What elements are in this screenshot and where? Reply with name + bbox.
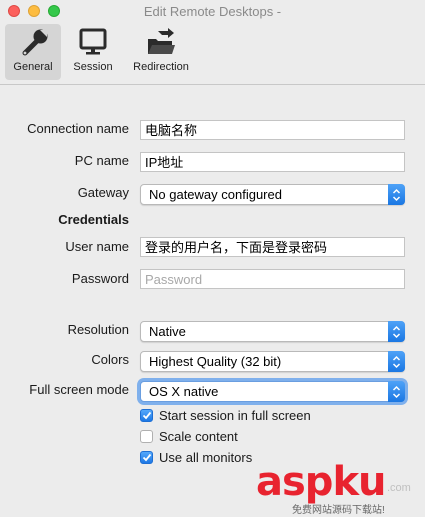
use-all-monitors-option[interactable]: Use all monitors — [140, 450, 252, 465]
use-all-monitors-label: Use all monitors — [159, 450, 253, 465]
preferences-toolbar: General Session Redirection — [0, 22, 425, 85]
start-full-screen-option[interactable]: Start session in full screen — [140, 408, 311, 423]
window-title: Edit Remote Desktops - — [143, 3, 282, 19]
full-screen-mode-select[interactable]: OS X native — [140, 381, 405, 402]
tab-redirection[interactable]: Redirection — [128, 24, 194, 80]
gateway-select[interactable]: No gateway configured — [140, 184, 405, 205]
checkmark-icon — [142, 411, 151, 420]
scale-content-label: Scale content — [159, 429, 238, 444]
tab-redirection-label: Redirection — [133, 61, 189, 73]
colors-label: Colors — [91, 352, 129, 367]
connection-name-field[interactable]: 电脑名称 — [140, 120, 405, 140]
chevron-updown-icon — [388, 381, 405, 402]
resolution-select[interactable]: Native — [140, 321, 405, 342]
full-screen-mode-label: Full screen mode — [29, 382, 129, 397]
tab-general-label: General — [13, 61, 53, 73]
user-name-field[interactable]: 登录的用户名，下面是登录密码 — [140, 237, 405, 257]
chevron-updown-icon — [388, 321, 405, 342]
use-all-monitors-checkbox[interactable] — [140, 451, 153, 464]
title-bar: Edit Remote Desktops - — [0, 0, 425, 22]
colors-value: Highest Quality (32 bit) — [149, 354, 282, 369]
chevron-updown-icon — [388, 184, 405, 205]
watermark-tagline: 免费网站源码下载站! — [292, 505, 385, 516]
connection-name-label: Connection name — [27, 121, 129, 136]
tab-session[interactable]: Session — [66, 24, 120, 80]
resolution-label: Resolution — [67, 322, 129, 337]
start-full-screen-checkbox[interactable] — [140, 409, 153, 422]
close-window-button[interactable] — [8, 5, 20, 17]
full-screen-mode-value: OS X native — [149, 384, 219, 399]
password-label: Password — [71, 271, 129, 286]
wrench-icon — [22, 29, 48, 56]
colors-select[interactable]: Highest Quality (32 bit) — [140, 351, 405, 372]
watermark-logo: aspku — [256, 459, 387, 505]
gateway-value: No gateway configured — [149, 187, 282, 202]
monitor-icon — [79, 28, 107, 55]
zoom-window-button[interactable] — [48, 5, 60, 17]
checkmark-icon — [142, 453, 151, 462]
tab-general[interactable]: General — [5, 24, 61, 80]
scale-content-checkbox[interactable] — [140, 430, 153, 443]
start-full-screen-label: Start session in full screen — [159, 408, 311, 423]
password-field[interactable]: Password — [140, 269, 405, 289]
minimize-window-button[interactable] — [28, 5, 40, 17]
aspku-watermark: aspku .com 免费网站源码下载站! — [252, 460, 422, 516]
scale-content-option[interactable]: Scale content — [140, 429, 238, 444]
credentials-heading: Credentials — [58, 212, 129, 227]
chevron-updown-icon — [388, 351, 405, 372]
watermark-suffix: .com — [387, 482, 411, 494]
folder-redirect-icon — [148, 28, 175, 54]
user-name-label: User name — [65, 239, 129, 254]
pc-name-label: PC name — [74, 153, 129, 168]
resolution-value: Native — [149, 324, 186, 339]
tab-session-label: Session — [73, 61, 113, 73]
window-controls — [8, 5, 60, 17]
gateway-label: Gateway — [77, 185, 129, 200]
pc-name-field[interactable]: IP地址 — [140, 152, 405, 172]
